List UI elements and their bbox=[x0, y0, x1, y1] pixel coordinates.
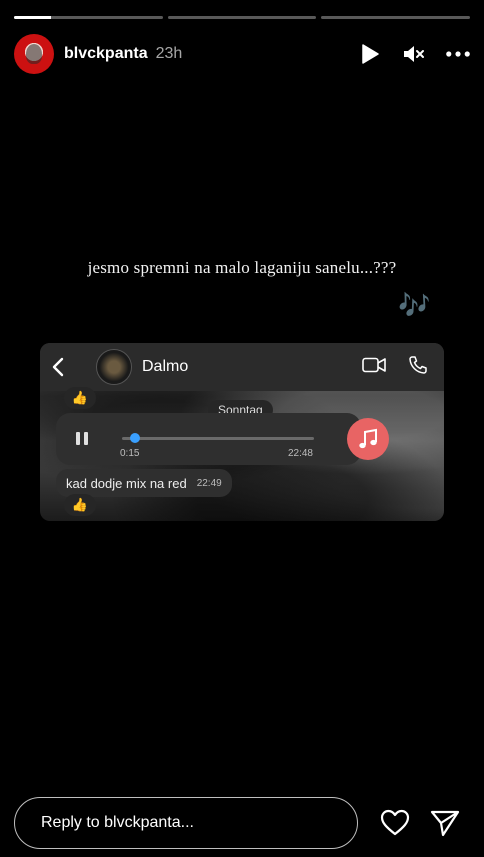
story-segment-1 bbox=[14, 16, 163, 19]
reaction-badge: 👍 bbox=[64, 494, 96, 516]
music-notes-icon: 🎶 bbox=[398, 290, 431, 320]
story-controls bbox=[358, 42, 470, 66]
reply-input[interactable] bbox=[41, 814, 357, 832]
send-icon[interactable] bbox=[430, 809, 460, 842]
story-segment-2 bbox=[167, 16, 317, 19]
text-message: kad dodje mix na red 22:49 bbox=[56, 469, 232, 497]
music-note-icon bbox=[347, 418, 389, 460]
message-time: 22:49 bbox=[196, 477, 222, 489]
story-caption: jesmo spremni na malo laganiju sanelu...… bbox=[87, 258, 397, 277]
voice-time: 22:48 bbox=[287, 448, 313, 459]
mute-icon[interactable] bbox=[402, 42, 426, 66]
voice-message: 0:15 22:48 bbox=[56, 413, 389, 465]
username[interactable]: blvckpanta bbox=[64, 45, 148, 63]
avatar[interactable] bbox=[14, 34, 54, 74]
story-progress bbox=[14, 16, 471, 19]
contact-avatar bbox=[96, 349, 132, 385]
play-icon[interactable] bbox=[358, 42, 382, 66]
more-icon[interactable] bbox=[446, 42, 470, 66]
reaction-badge: 👍 bbox=[64, 387, 96, 409]
pause-icon bbox=[76, 432, 88, 445]
chat-header: Dalmo bbox=[40, 343, 444, 391]
voice-elapsed: 0:15 bbox=[120, 448, 140, 459]
reply-field[interactable] bbox=[14, 797, 358, 849]
voice-progress-knob bbox=[130, 433, 141, 443]
story-segment-3 bbox=[321, 16, 471, 19]
back-arrow-icon bbox=[52, 357, 72, 377]
post-time: 23h bbox=[155, 45, 183, 62]
chat-call-icons bbox=[362, 355, 428, 380]
video-call-icon bbox=[362, 357, 386, 378]
message-text: kad dodje mix na red bbox=[66, 475, 187, 491]
chat-screenshot: Dalmo 👍 Sonntag 0:15 22:48 kad dodje mix… bbox=[40, 343, 444, 521]
heart-icon[interactable] bbox=[380, 809, 410, 842]
story-header: blvckpanta 23h bbox=[14, 34, 470, 74]
contact-name: Dalmo bbox=[142, 358, 189, 375]
phone-icon bbox=[408, 355, 428, 380]
voice-progress-track bbox=[122, 437, 314, 440]
